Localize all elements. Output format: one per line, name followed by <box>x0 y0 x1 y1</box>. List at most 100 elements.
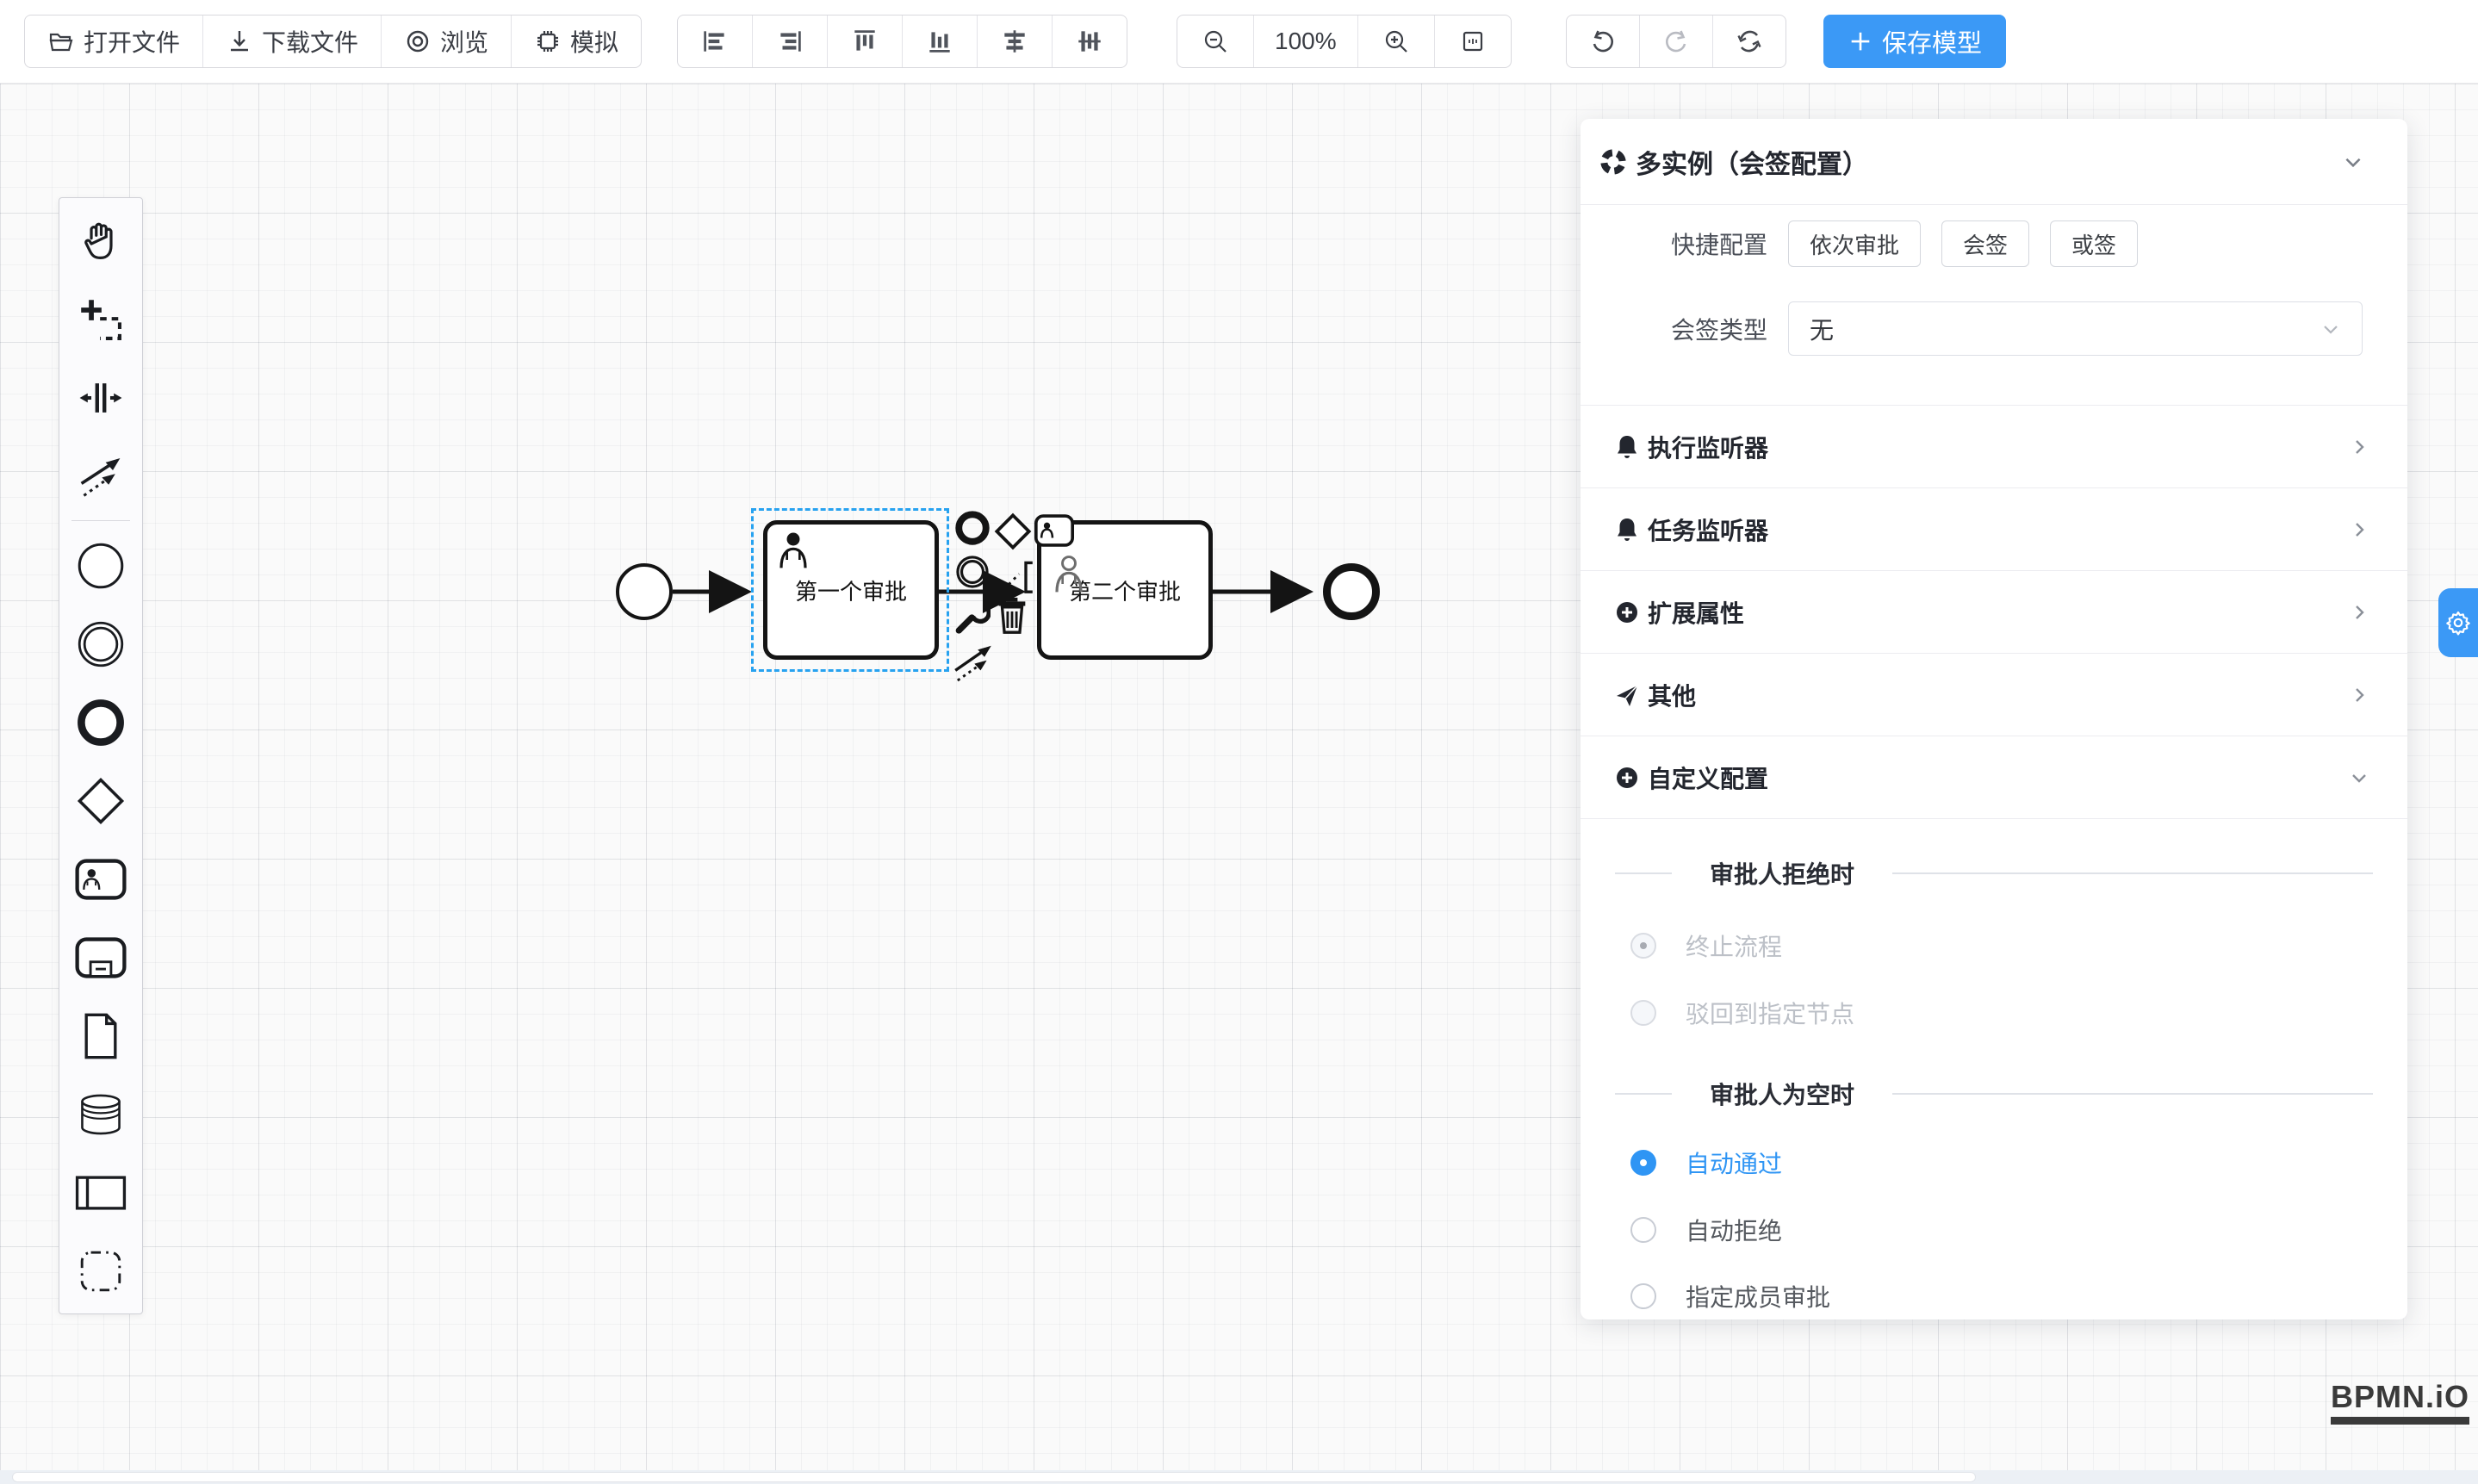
sign-type-select[interactable]: 无 <box>1788 301 2363 356</box>
user-icon <box>1052 554 1086 599</box>
plus-circle-icon <box>1615 766 1639 790</box>
settings-tab[interactable] <box>2438 588 2478 657</box>
create-participant[interactable] <box>59 1153 142 1232</box>
simulate-button[interactable]: 模拟 <box>512 16 641 67</box>
save-model-button[interactable]: 保存模型 <box>1823 15 2006 68</box>
radio-icon <box>1630 1217 1656 1243</box>
create-subprocess[interactable] <box>59 918 142 997</box>
start-event-node[interactable] <box>616 563 673 620</box>
intermediate-event-icon <box>77 620 125 668</box>
horizontal-scrollbar[interactable] <box>0 1470 2478 1484</box>
trash-icon[interactable] <box>994 596 1030 640</box>
refresh-button[interactable] <box>1713 16 1786 67</box>
space-tool[interactable] <box>59 358 142 437</box>
section-custom-config[interactable]: 自定义配置 <box>1581 736 2407 819</box>
connect-tool-icon[interactable] <box>951 639 996 688</box>
empty-group-title: 审批人为空时 <box>1615 1077 2373 1111</box>
section-execution-listener[interactable]: 执行监听器 <box>1581 406 2407 488</box>
user-task-icon <box>74 858 127 901</box>
panel-header[interactable]: 多实例（会签配置） <box>1581 119 2407 205</box>
sign-type-row: 会签类型 无 <box>1615 301 2363 356</box>
quick-config-orsign-button[interactable]: 或签 <box>2050 220 2138 267</box>
append-text-annotation-icon[interactable] <box>992 556 1037 601</box>
sign-type-label: 会签类型 <box>1615 312 1767 346</box>
radio-icon <box>1630 933 1656 959</box>
wrench-icon[interactable] <box>954 598 991 638</box>
undo-button[interactable] <box>1567 16 1640 67</box>
section-task-listener[interactable]: 任务监听器 <box>1581 488 2407 571</box>
radio-assign-member[interactable]: 指定成员审批 <box>1630 1279 1830 1313</box>
create-intermediate-event[interactable] <box>59 605 142 683</box>
align-bottom-button[interactable] <box>903 16 978 67</box>
redo-button[interactable] <box>1640 16 1713 67</box>
section-other[interactable]: 其他 <box>1581 654 2407 736</box>
chevron-right-icon <box>2349 519 2369 540</box>
scrollbar-thumb[interactable] <box>12 1472 1976 1482</box>
gear-icon <box>2445 610 2471 636</box>
create-user-task[interactable] <box>59 840 142 918</box>
append-intermediate-event-icon[interactable] <box>954 554 991 594</box>
send-icon <box>1615 683 1639 707</box>
panel-sections: 执行监听器 任务监听器 扩展属性 <box>1581 405 2407 819</box>
bpmn-editor: 第一个审批 第二个审批 <box>0 0 2478 1484</box>
quick-config-sequential-button[interactable]: 依次审批 <box>1788 220 1921 267</box>
align-center-horizontal-button[interactable] <box>978 16 1053 67</box>
zoom-in-button[interactable] <box>1358 16 1435 67</box>
fit-viewport-icon <box>1459 28 1487 55</box>
create-group[interactable] <box>59 1232 142 1310</box>
top-toolbar: 打开文件 下载文件 浏览 模拟 <box>0 0 2478 84</box>
radio-auto-pass[interactable]: 自动通过 <box>1630 1146 1782 1180</box>
plus-circle-icon <box>1615 600 1639 624</box>
create-data-store[interactable] <box>59 1075 142 1153</box>
create-data-object[interactable] <box>59 997 142 1075</box>
hand-icon <box>78 218 124 264</box>
gateway-icon <box>76 776 126 826</box>
download-file-button[interactable]: 下载文件 <box>203 16 382 67</box>
bell-icon <box>1615 434 1639 460</box>
simulate-icon <box>534 28 562 55</box>
append-gateway-icon[interactable] <box>993 512 1033 556</box>
global-connect-tool[interactable] <box>59 437 142 515</box>
create-start-event[interactable] <box>59 526 142 605</box>
lasso-tool[interactable] <box>59 280 142 358</box>
align-right-button[interactable] <box>753 16 828 67</box>
radio-auto-reject[interactable]: 自动拒绝 <box>1630 1213 1782 1247</box>
open-file-button[interactable]: 打开文件 <box>25 16 203 67</box>
selection-outline <box>751 508 949 672</box>
preview-button[interactable]: 浏览 <box>382 16 512 67</box>
download-icon <box>226 28 253 55</box>
radio-return-to-node[interactable]: 驳回到指定节点 <box>1630 996 1854 1030</box>
group-icon <box>78 1248 124 1295</box>
append-end-event-icon[interactable] <box>954 510 991 550</box>
space-tool-icon <box>78 375 124 421</box>
participant-icon <box>74 1174 127 1212</box>
hand-tool[interactable] <box>59 202 142 280</box>
fit-viewport-button[interactable] <box>1435 16 1511 67</box>
distribute-vertical-button[interactable] <box>1053 16 1127 67</box>
redo-icon <box>1662 28 1690 55</box>
align-top-button[interactable] <box>828 16 903 67</box>
section-extended-properties[interactable]: 扩展属性 <box>1581 571 2407 654</box>
plus-icon <box>1848 28 1873 54</box>
data-object-icon <box>81 1012 121 1060</box>
create-end-event[interactable] <box>59 683 142 761</box>
preview-icon <box>404 28 432 55</box>
quick-config-row: 快捷配置 依次审批 会签 或签 <box>1615 220 2158 267</box>
lasso-icon <box>78 296 124 343</box>
zoom-level[interactable]: 100% <box>1254 16 1358 67</box>
quick-config-countersign-button[interactable]: 会签 <box>1941 220 2029 267</box>
chevron-down-icon[interactable] <box>2342 151 2364 173</box>
end-event-icon <box>77 699 125 747</box>
create-gateway[interactable] <box>59 761 142 840</box>
chevron-right-icon <box>2349 437 2369 457</box>
bell-icon <box>1615 517 1639 543</box>
zoom-out-icon <box>1202 28 1229 55</box>
zoom-out-button[interactable] <box>1177 16 1254 67</box>
append-user-task-icon[interactable] <box>1034 513 1075 552</box>
reject-group-title: 审批人拒绝时 <box>1615 856 2373 891</box>
radio-terminate-process[interactable]: 终止流程 <box>1630 928 1782 963</box>
properties-panel: 多实例（会签配置） 快捷配置 依次审批 会签 或签 会签类型 无 <box>1581 119 2407 1319</box>
end-event-node[interactable] <box>1323 563 1380 620</box>
data-store-icon <box>77 1092 125 1137</box>
align-left-button[interactable] <box>678 16 753 67</box>
